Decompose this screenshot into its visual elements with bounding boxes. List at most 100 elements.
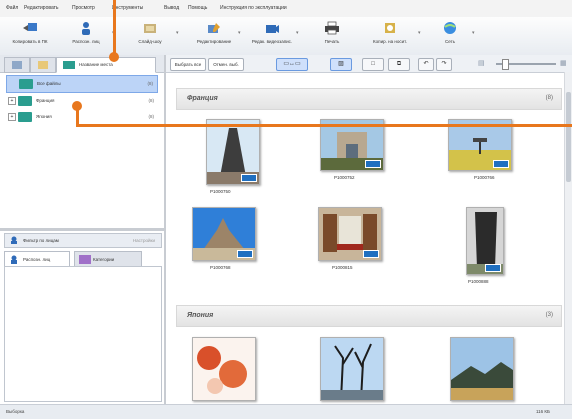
zoom-slider[interactable]	[496, 59, 556, 70]
deselect-all-button[interactable]: Отмен. выб.	[208, 58, 244, 71]
folder-icon	[18, 112, 32, 122]
menu-file[interactable]: Файл	[6, 5, 18, 11]
chevron-down-icon[interactable]: ▾	[296, 30, 299, 36]
image-type-badge	[365, 160, 381, 168]
tab-folders[interactable]	[4, 57, 30, 73]
video-edit-icon	[266, 25, 279, 33]
menu-manual[interactable]: Инструкция по эксплуатации	[220, 5, 287, 11]
mountain-landscape-photo	[451, 338, 513, 400]
compare-button[interactable]: ⧉	[388, 58, 410, 71]
image-type-badge	[363, 250, 379, 258]
status-bar: Выборка 116 КБ	[0, 404, 572, 419]
face-list	[4, 266, 162, 402]
thumbnail-view-button[interactable]: ▨	[330, 58, 352, 71]
callout-line-vertical	[113, 0, 116, 56]
face-recognition-button[interactable]: Распозн. лиц	[60, 21, 112, 53]
lower-left-panel: Фильтр по лицам Настройки Распозн. лиц К…	[0, 231, 164, 404]
main-toolbar: Копировать в ПК Распозн. лиц ▾ Слайд-шоу…	[0, 17, 572, 56]
group-count-icon: (8)	[545, 95, 553, 101]
chevron-down-icon[interactable]: ▾	[176, 30, 179, 36]
image-type-badge	[485, 264, 501, 272]
view-mode-button[interactable]: ▭↔▭	[276, 58, 308, 71]
chevron-down-icon[interactable]: ▾	[238, 30, 241, 36]
face-recognition-icon	[82, 22, 90, 35]
menu-output[interactable]: Вывод	[164, 5, 179, 11]
rotate-right-button[interactable]: ↷	[436, 58, 452, 71]
autumn-leaves-photo	[193, 338, 255, 400]
scrollbar-thumb[interactable]	[566, 92, 571, 182]
copy-to-pc-button[interactable]: Копировать в ПК	[4, 21, 56, 53]
settings-button[interactable]: Настройки	[133, 238, 155, 243]
edit-icon	[208, 23, 220, 33]
calendar-icon	[38, 61, 48, 69]
large-thumbs-icon: ▦	[560, 60, 567, 67]
folder-tree-icon	[12, 61, 22, 69]
photo-thumbnail	[320, 337, 384, 401]
edit-button[interactable]: Редактирование	[188, 21, 240, 53]
callout-dot	[72, 101, 82, 111]
place-icon	[63, 61, 75, 69]
copy-to-pc-icon	[23, 23, 37, 31]
print-button[interactable]: Печать	[306, 21, 358, 53]
tab-calendar[interactable]	[30, 57, 56, 73]
place-tree: Все файлы (8) + Франция (8) + Япония (8)	[6, 75, 158, 125]
network-button[interactable]: Сеть	[424, 21, 476, 53]
copy-to-media-button[interactable]: Копир. на носит.	[364, 21, 416, 53]
chevron-down-icon[interactable]: ▾	[418, 30, 421, 36]
tree-item-france[interactable]: + Франция (8)	[6, 93, 158, 109]
video-edit-button[interactable]: Редак. видеозапис.	[246, 21, 298, 53]
chevron-down-icon[interactable]: ▾	[472, 30, 475, 36]
photo-thumbnail	[192, 207, 256, 261]
group-header-japan[interactable]: Япония (3)	[176, 305, 562, 327]
face-filter-icon	[11, 236, 17, 244]
callout-line-horizontal	[76, 124, 572, 127]
print-icon	[325, 21, 339, 35]
menu-help[interactable]: Помощь	[188, 5, 207, 11]
photo-thumbnail	[450, 337, 514, 401]
group-header-france[interactable]: Франция (8)	[176, 88, 562, 110]
vertical-scrollbar[interactable]	[564, 72, 572, 404]
small-thumbs-icon: ▤	[478, 60, 485, 67]
rotate-left-button[interactable]: ↶	[418, 58, 434, 71]
folder-icon	[18, 96, 32, 106]
select-all-button[interactable]: Выбрать все	[170, 58, 206, 71]
compare-icon: ⧉	[396, 61, 402, 67]
face-filter-bar: Фильтр по лицам Настройки	[4, 233, 162, 248]
tree-item-japan[interactable]: + Япония (8)	[6, 109, 158, 125]
bare-trees-photo	[321, 338, 383, 400]
folder-icon	[19, 79, 33, 89]
menu-bar: Файл Редактировать Просмотр Инструменты …	[0, 0, 572, 18]
copy-to-media-icon	[385, 23, 395, 33]
network-icon	[444, 22, 456, 34]
callout-dot	[109, 52, 119, 62]
left-pane: Название места Все файлы (8) + Франция (…	[0, 55, 166, 404]
tree-item-all-files[interactable]: Все файлы (8)	[6, 75, 158, 93]
rotate-right-icon: ↷	[441, 61, 447, 67]
expand-icon[interactable]: +	[8, 113, 16, 121]
rotate-left-icon: ↶	[423, 61, 429, 67]
view-mode-icon: ▭↔▭	[283, 61, 301, 67]
photo-thumbnail	[318, 207, 382, 261]
left-pane-tabs: Название места	[0, 55, 164, 73]
person-icon	[11, 255, 17, 264]
menu-tools[interactable]: Инструменты	[112, 5, 143, 11]
image-type-badge	[241, 174, 257, 182]
tab-place-name[interactable]: Название места	[56, 57, 156, 73]
status-selection: Выборка	[6, 409, 25, 414]
category-icon	[79, 255, 91, 264]
thumbnail-view: Выбрать все Отмен. выб. ▭↔▭ ▨ □ ⧉ ↶ ↷ ▤ …	[166, 55, 572, 404]
photo-thumbnail	[466, 207, 504, 275]
preview-icon: □	[371, 61, 375, 67]
image-type-badge	[493, 160, 509, 168]
thumbnail-view-icon: ▨	[338, 61, 344, 67]
photo-thumbnail	[206, 119, 260, 185]
preview-button[interactable]: □	[362, 58, 384, 71]
view-toolbar: Выбрать все Отмен. выб. ▭↔▭ ▨ □ ⧉ ↶ ↷ ▤ …	[166, 55, 572, 73]
slideshow-button[interactable]: Слайд-шоу	[124, 21, 176, 53]
expand-icon[interactable]: +	[8, 97, 16, 105]
photo-thumbnail	[192, 337, 256, 401]
menu-view[interactable]: Просмотр	[72, 5, 95, 11]
menu-edit[interactable]: Редактировать	[24, 5, 59, 11]
status-size: 116 КБ	[536, 409, 550, 414]
zoom-slider-knob[interactable]	[502, 59, 509, 70]
